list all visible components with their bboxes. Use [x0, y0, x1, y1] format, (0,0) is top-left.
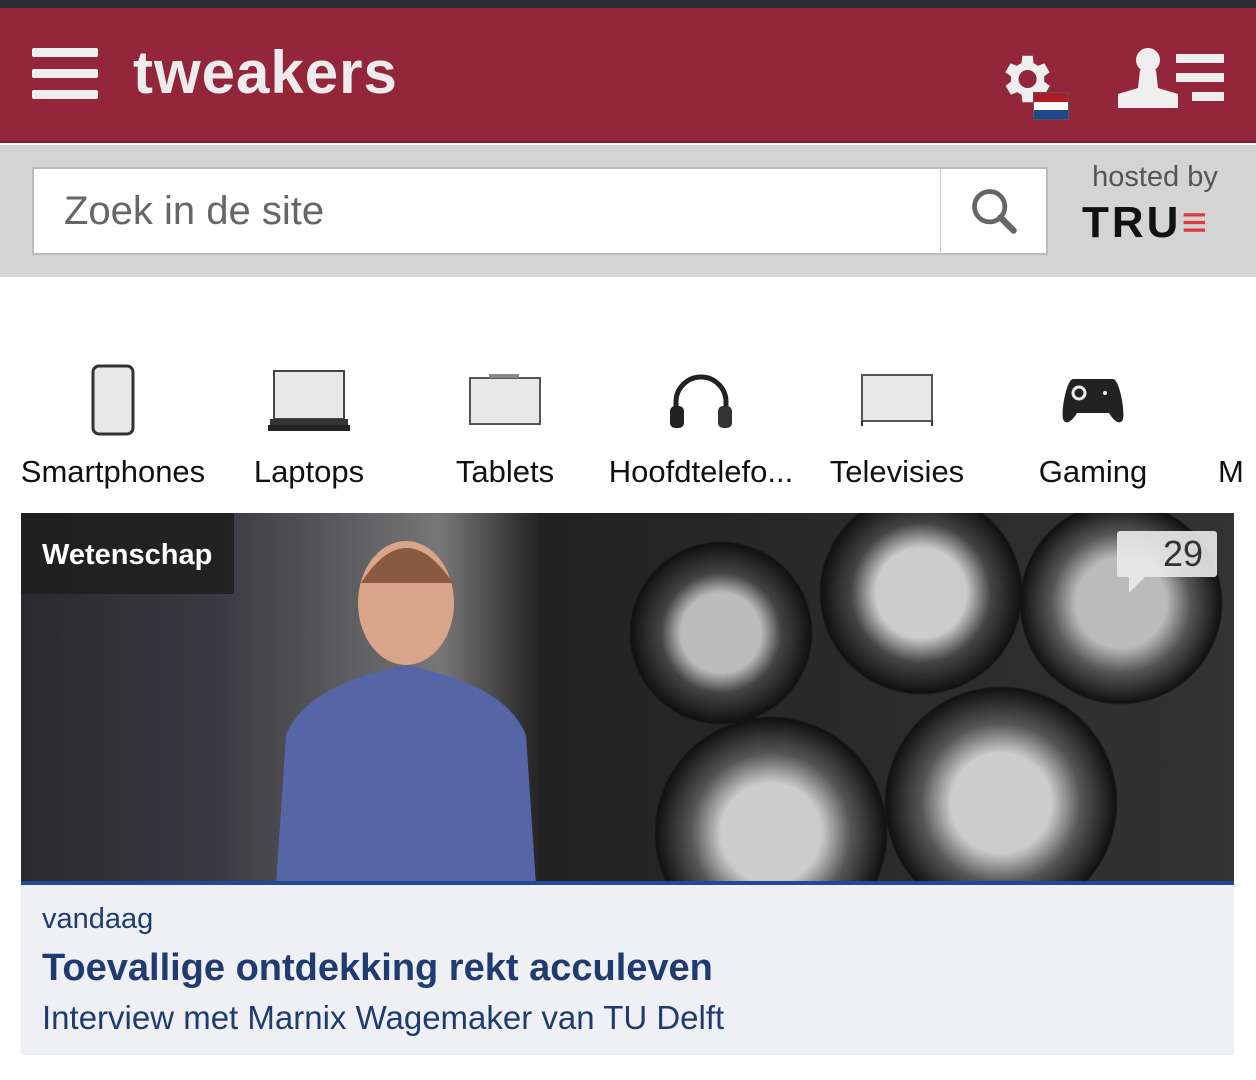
- article-card[interactable]: Wetenschap 29 vandaag Toevallige ontdekk…: [21, 513, 1234, 1055]
- category-televisies[interactable]: Televisies: [799, 360, 995, 490]
- nl-flag-icon[interactable]: [1033, 92, 1069, 120]
- article-title[interactable]: Toevallige ontdekking rekt acculeven: [42, 947, 713, 990]
- tv-icon: [861, 374, 933, 426]
- search-box: [32, 167, 1048, 255]
- search-input[interactable]: [34, 169, 940, 253]
- category-tablets[interactable]: Tablets: [407, 360, 603, 490]
- hosted-by-label: hosted by: [1092, 161, 1218, 193]
- category-headphones[interactable]: Hoofdtelefo...: [603, 360, 799, 490]
- category-partial[interactable]: M: [1191, 360, 1251, 490]
- site-header: tweakers: [0, 8, 1256, 143]
- search-bar: hosted by TRU≡: [0, 145, 1256, 277]
- category-smartphones[interactable]: Smartphones: [15, 360, 211, 490]
- gamepad-icon: [1062, 379, 1124, 423]
- article-date: vandaag: [42, 903, 154, 935]
- category-carousel[interactable]: Smartphones Laptops Tablets Hoofdtelefo.…: [0, 360, 1256, 500]
- tablet-icon: [469, 374, 541, 425]
- smartphone-icon: [91, 364, 135, 436]
- true-logo: TRU≡: [1082, 198, 1211, 247]
- category-label: Televisies: [829, 454, 965, 489]
- category-label: Smartphones: [20, 454, 206, 489]
- laptop-icon: [268, 370, 350, 431]
- article-image[interactable]: Wetenschap 29: [21, 513, 1234, 885]
- category-label: Gaming: [1038, 454, 1148, 489]
- comment-count[interactable]: 29: [1117, 531, 1217, 593]
- category-laptops[interactable]: Laptops: [211, 360, 407, 490]
- search-button[interactable]: [940, 169, 1046, 253]
- search-icon: [971, 189, 1017, 234]
- hosted-by[interactable]: hosted by TRU≡: [1080, 161, 1230, 248]
- site-logo[interactable]: tweakers: [133, 38, 398, 107]
- menu-icon[interactable]: [32, 48, 98, 100]
- headphones-icon: [670, 374, 732, 428]
- status-bar: [0, 0, 1256, 8]
- category-label: M: [1218, 454, 1244, 489]
- person-photo: [276, 541, 536, 881]
- category-label: Hoofdtelefo...: [608, 454, 794, 489]
- article-subtitle: Interview met Marnix Wagemaker van TU De…: [42, 999, 725, 1036]
- category-label: Laptops: [253, 454, 365, 489]
- user-menu-icon[interactable]: [1116, 46, 1226, 110]
- category-tag[interactable]: Wetenschap: [21, 513, 235, 594]
- category-gaming[interactable]: Gaming: [995, 360, 1191, 490]
- category-label: Tablets: [455, 454, 555, 489]
